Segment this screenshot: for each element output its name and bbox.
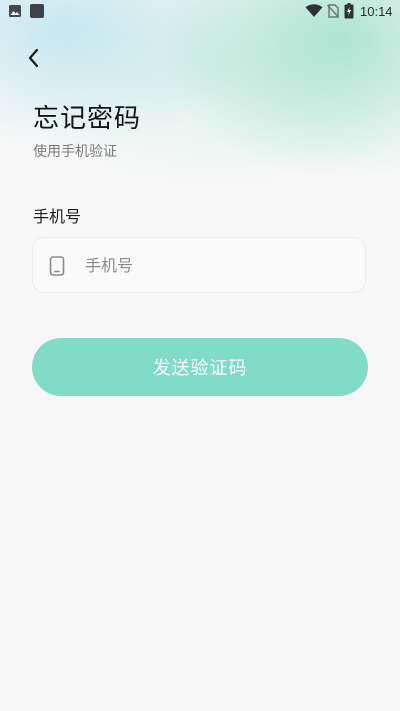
back-button[interactable]: [20, 44, 48, 72]
chevron-left-icon: [28, 48, 39, 68]
status-time: 10:14: [360, 4, 393, 19]
wifi-icon: [305, 4, 323, 17]
image-icon: [9, 5, 21, 17]
phone-field-label: 手机号: [33, 207, 82, 226]
page-subtitle: 使用手机验证: [33, 144, 117, 160]
phone-field[interactable]: [32, 237, 366, 293]
app-square-icon: [30, 4, 44, 18]
mobile-phone-icon: [49, 256, 65, 276]
send-code-button[interactable]: 发送验证码: [32, 338, 368, 396]
no-sim-icon: [327, 4, 339, 18]
battery-charging-icon: [344, 3, 354, 19]
phone-input[interactable]: [85, 246, 355, 284]
page-title: 忘记密码: [33, 104, 142, 134]
status-bar: 10:14: [0, 0, 400, 24]
